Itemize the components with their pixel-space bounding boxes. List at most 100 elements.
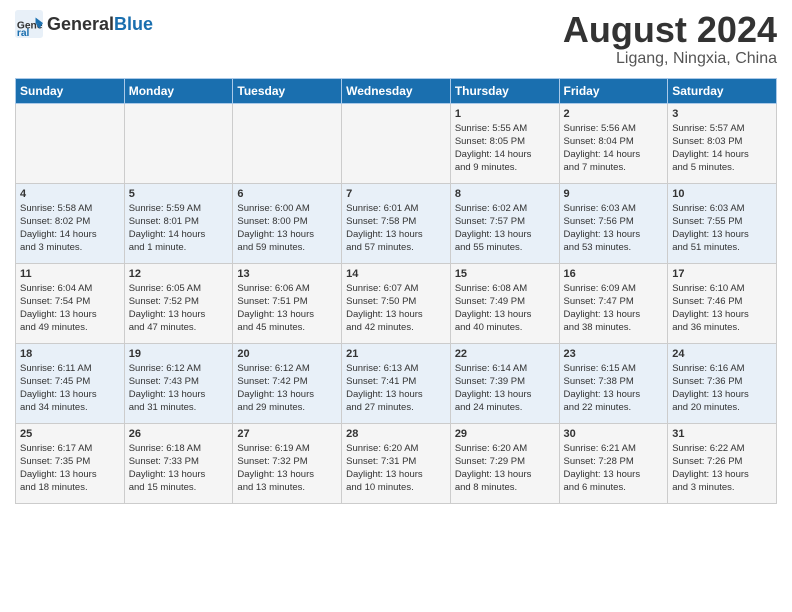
calendar-cell: 21 Sunrise: 6:13 AM Sunset: 7:41 PM Dayli… <box>342 343 451 423</box>
calendar-cell: 31 Sunrise: 6:22 AM Sunset: 7:26 PM Dayli… <box>668 423 777 503</box>
day-number: 14 <box>346 268 446 280</box>
calendar-cell <box>233 103 342 183</box>
calendar-cell: 5 Sunrise: 5:59 AM Sunset: 8:01 PM Daylig… <box>124 183 233 263</box>
day-number: 29 <box>455 428 555 440</box>
calendar-cell: 10Sunrise: 6:03 AM Sunset: 7:55 PM Dayli… <box>668 183 777 263</box>
day-info: Sunrise: 6:16 AM Sunset: 7:36 PM Dayligh… <box>672 362 772 415</box>
calendar-cell: 12Sunrise: 6:05 AM Sunset: 7:52 PM Dayli… <box>124 263 233 343</box>
day-number: 4 <box>20 188 120 200</box>
title-block: August 2024 Ligang, Ningxia, China <box>563 10 777 68</box>
calendar-cell: 13 Sunrise: 6:06 AM Sunset: 7:51 PM Dayli… <box>233 263 342 343</box>
calendar-cell: 27 Sunrise: 6:19 AM Sunset: 7:32 PM Dayli… <box>233 423 342 503</box>
day-info: Sunrise: 6:08 AM Sunset: 7:49 PM Dayligh… <box>455 282 555 335</box>
svg-text:ral: ral <box>17 28 30 38</box>
calendar-cell <box>124 103 233 183</box>
day-number: 13 <box>237 268 337 280</box>
day-number: 24 <box>672 348 772 360</box>
day-info: Sunrise: 6:04 AM Sunset: 7:54 PM Dayligh… <box>20 282 120 335</box>
day-info: Sunrise: 6:22 AM Sunset: 7:26 PM Dayligh… <box>672 442 772 495</box>
day-number: 3 <box>672 108 772 120</box>
calendar-header-row: SundayMondayTuesdayWednesdayThursdayFrid… <box>16 78 777 103</box>
header-sunday: Sunday <box>16 78 125 103</box>
month-year: August 2024 <box>563 10 777 50</box>
day-info: Sunrise: 6:13 AM Sunset: 7:41 PM Dayligh… <box>346 362 446 415</box>
day-info: Sunrise: 5:56 AM Sunset: 8:04 PM Dayligh… <box>564 122 664 175</box>
week-row-3: 11 Sunrise: 6:04 AM Sunset: 7:54 PM Dayli… <box>16 263 777 343</box>
calendar-cell: 3 Sunrise: 5:57 AM Sunset: 8:03 PM Daylig… <box>668 103 777 183</box>
calendar-cell: 16Sunrise: 6:09 AM Sunset: 7:47 PM Dayli… <box>559 263 668 343</box>
calendar-cell: 11 Sunrise: 6:04 AM Sunset: 7:54 PM Dayli… <box>16 263 125 343</box>
calendar-cell: 18 Sunrise: 6:11 AM Sunset: 7:45 PM Dayli… <box>16 343 125 423</box>
calendar-cell: 15 Sunrise: 6:08 AM Sunset: 7:49 PM Dayli… <box>450 263 559 343</box>
day-info: Sunrise: 6:21 AM Sunset: 7:28 PM Dayligh… <box>564 442 664 495</box>
day-info: Sunrise: 6:20 AM Sunset: 7:31 PM Dayligh… <box>346 442 446 495</box>
day-info: Sunrise: 6:00 AM Sunset: 8:00 PM Dayligh… <box>237 202 337 255</box>
calendar-cell <box>16 103 125 183</box>
logo-icon: Gene ral <box>15 10 43 38</box>
day-number: 22 <box>455 348 555 360</box>
calendar-cell: 26 Sunrise: 6:18 AM Sunset: 7:33 PM Dayli… <box>124 423 233 503</box>
day-info: Sunrise: 6:02 AM Sunset: 7:57 PM Dayligh… <box>455 202 555 255</box>
day-number: 8 <box>455 188 555 200</box>
day-number: 21 <box>346 348 446 360</box>
week-row-5: 25 Sunrise: 6:17 AM Sunset: 7:35 PM Dayli… <box>16 423 777 503</box>
calendar-cell: 29 Sunrise: 6:20 AM Sunset: 7:29 PM Dayli… <box>450 423 559 503</box>
calendar-cell: 30 Sunrise: 6:21 AM Sunset: 7:28 PM Dayli… <box>559 423 668 503</box>
day-number: 18 <box>20 348 120 360</box>
day-number: 15 <box>455 268 555 280</box>
day-number: 19 <box>129 348 229 360</box>
day-number: 2 <box>564 108 664 120</box>
day-number: 17 <box>672 268 772 280</box>
header-tuesday: Tuesday <box>233 78 342 103</box>
day-number: 26 <box>129 428 229 440</box>
day-info: Sunrise: 6:12 AM Sunset: 7:43 PM Dayligh… <box>129 362 229 415</box>
week-row-4: 18 Sunrise: 6:11 AM Sunset: 7:45 PM Dayli… <box>16 343 777 423</box>
calendar-cell: 28 Sunrise: 6:20 AM Sunset: 7:31 PM Dayli… <box>342 423 451 503</box>
calendar-cell: 14 Sunrise: 6:07 AM Sunset: 7:50 PM Dayli… <box>342 263 451 343</box>
day-info: Sunrise: 6:17 AM Sunset: 7:35 PM Dayligh… <box>20 442 120 495</box>
calendar-cell: 17Sunrise: 6:10 AM Sunset: 7:46 PM Dayli… <box>668 263 777 343</box>
day-number: 23 <box>564 348 664 360</box>
page-header: Gene ral GeneralBlue August 2024 Ligang,… <box>15 10 777 68</box>
day-info: Sunrise: 5:59 AM Sunset: 8:01 PM Dayligh… <box>129 202 229 255</box>
day-info: Sunrise: 6:05 AM Sunset: 7:52 PM Dayligh… <box>129 282 229 335</box>
day-info: Sunrise: 5:57 AM Sunset: 8:03 PM Dayligh… <box>672 122 772 175</box>
location: Ligang, Ningxia, China <box>563 50 777 68</box>
calendar-cell: 19 Sunrise: 6:12 AM Sunset: 7:43 PM Dayli… <box>124 343 233 423</box>
day-number: 6 <box>237 188 337 200</box>
day-number: 10 <box>672 188 772 200</box>
day-info: Sunrise: 6:18 AM Sunset: 7:33 PM Dayligh… <box>129 442 229 495</box>
day-number: 30 <box>564 428 664 440</box>
day-number: 11 <box>20 268 120 280</box>
day-info: Sunrise: 6:19 AM Sunset: 7:32 PM Dayligh… <box>237 442 337 495</box>
calendar-table: SundayMondayTuesdayWednesdayThursdayFrid… <box>15 78 777 504</box>
day-number: 1 <box>455 108 555 120</box>
day-number: 25 <box>20 428 120 440</box>
day-number: 28 <box>346 428 446 440</box>
calendar-cell: 22 Sunrise: 6:14 AM Sunset: 7:39 PM Dayli… <box>450 343 559 423</box>
day-info: Sunrise: 6:09 AM Sunset: 7:47 PM Dayligh… <box>564 282 664 335</box>
day-number: 9 <box>564 188 664 200</box>
day-info: Sunrise: 6:06 AM Sunset: 7:51 PM Dayligh… <box>237 282 337 335</box>
calendar-cell: 9 Sunrise: 6:03 AM Sunset: 7:56 PM Daylig… <box>559 183 668 263</box>
day-number: 31 <box>672 428 772 440</box>
day-info: Sunrise: 5:58 AM Sunset: 8:02 PM Dayligh… <box>20 202 120 255</box>
calendar-cell: 6 Sunrise: 6:00 AM Sunset: 8:00 PM Daylig… <box>233 183 342 263</box>
day-info: Sunrise: 6:03 AM Sunset: 7:56 PM Dayligh… <box>564 202 664 255</box>
calendar-cell: 25 Sunrise: 6:17 AM Sunset: 7:35 PM Dayli… <box>16 423 125 503</box>
day-info: Sunrise: 6:07 AM Sunset: 7:50 PM Dayligh… <box>346 282 446 335</box>
logo: Gene ral GeneralBlue <box>15 10 153 38</box>
day-info: Sunrise: 6:20 AM Sunset: 7:29 PM Dayligh… <box>455 442 555 495</box>
calendar-cell <box>342 103 451 183</box>
day-number: 7 <box>346 188 446 200</box>
calendar-cell: 8 Sunrise: 6:02 AM Sunset: 7:57 PM Daylig… <box>450 183 559 263</box>
logo-general: General <box>47 14 114 34</box>
day-info: Sunrise: 6:11 AM Sunset: 7:45 PM Dayligh… <box>20 362 120 415</box>
day-number: 5 <box>129 188 229 200</box>
logo-blue: Blue <box>114 14 153 34</box>
header-monday: Monday <box>124 78 233 103</box>
day-info: Sunrise: 6:14 AM Sunset: 7:39 PM Dayligh… <box>455 362 555 415</box>
week-row-2: 4 Sunrise: 5:58 AM Sunset: 8:02 PM Daylig… <box>16 183 777 263</box>
header-saturday: Saturday <box>668 78 777 103</box>
day-number: 27 <box>237 428 337 440</box>
